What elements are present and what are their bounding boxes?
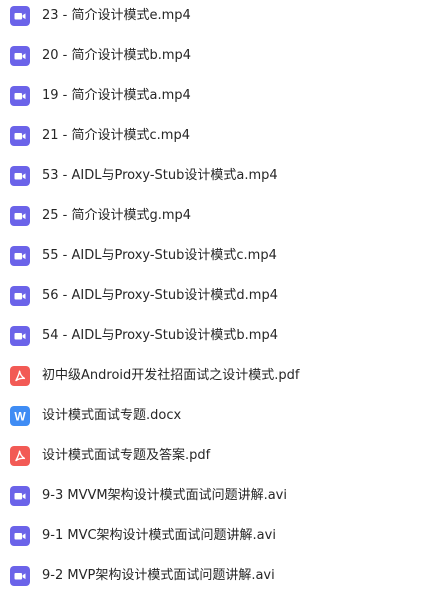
file-row[interactable]: 9-2 MVP架构设计模式面试问题讲解.avi (0, 556, 442, 596)
pdf-file-icon (10, 366, 30, 386)
pdf-file-icon (10, 446, 30, 466)
file-row[interactable]: 20 - 简介设计模式b.mp4 (0, 36, 442, 76)
video-file-icon (10, 326, 30, 346)
file-name: 19 - 简介设计模式a.mp4 (42, 88, 191, 103)
file-row[interactable]: 19 - 简介设计模式a.mp4 (0, 76, 442, 116)
video-file-icon (10, 486, 30, 506)
file-name: 53 - AIDL与Proxy-Stub设计模式a.mp4 (42, 168, 278, 183)
video-file-icon (10, 566, 30, 586)
file-row[interactable]: 9-1 MVC架构设计模式面试问题讲解.avi (0, 516, 442, 556)
video-file-icon (10, 86, 30, 106)
video-file-icon (10, 6, 30, 26)
file-name: 初中级Android开发社招面试之设计模式.pdf (42, 368, 300, 383)
file-row[interactable]: 初中级Android开发社招面试之设计模式.pdf (0, 356, 442, 396)
file-row[interactable]: 53 - AIDL与Proxy-Stub设计模式a.mp4 (0, 156, 442, 196)
video-file-icon (10, 526, 30, 546)
file-name: 9-1 MVC架构设计模式面试问题讲解.avi (42, 528, 276, 543)
video-file-icon (10, 166, 30, 186)
file-row[interactable]: 9-3 MVVM架构设计模式面试问题讲解.avi (0, 476, 442, 516)
file-name: 20 - 简介设计模式b.mp4 (42, 48, 192, 63)
file-name: 54 - AIDL与Proxy-Stub设计模式b.mp4 (42, 328, 278, 343)
file-name: 设计模式面试专题.docx (42, 408, 182, 423)
video-file-icon (10, 246, 30, 266)
file-row[interactable]: 54 - AIDL与Proxy-Stub设计模式b.mp4 (0, 316, 442, 356)
video-file-icon (10, 286, 30, 306)
file-name: 设计模式面试专题及答案.pdf (42, 448, 211, 463)
file-row[interactable]: 55 - AIDL与Proxy-Stub设计模式c.mp4 (0, 236, 442, 276)
file-row[interactable]: 设计模式面试专题及答案.pdf (0, 436, 442, 476)
file-row[interactable]: W 设计模式面试专题.docx (0, 396, 442, 436)
video-file-icon (10, 46, 30, 66)
file-name: 9-3 MVVM架构设计模式面试问题讲解.avi (42, 488, 287, 503)
file-name: 25 - 简介设计模式g.mp4 (42, 208, 192, 223)
file-row[interactable]: 23 - 简介设计模式e.mp4 (0, 0, 442, 36)
file-row[interactable]: 25 - 简介设计模式g.mp4 (0, 196, 442, 236)
file-row[interactable]: 21 - 简介设计模式c.mp4 (0, 116, 442, 156)
file-name: 56 - AIDL与Proxy-Stub设计模式d.mp4 (42, 288, 278, 303)
svg-text:W: W (14, 410, 26, 424)
video-file-icon (10, 126, 30, 146)
file-row[interactable]: 56 - AIDL与Proxy-Stub设计模式d.mp4 (0, 276, 442, 316)
word-file-icon: W (10, 406, 30, 426)
file-name: 55 - AIDL与Proxy-Stub设计模式c.mp4 (42, 248, 277, 263)
file-name: 9-2 MVP架构设计模式面试问题讲解.avi (42, 568, 275, 583)
file-name: 23 - 简介设计模式e.mp4 (42, 8, 191, 23)
video-file-icon (10, 206, 30, 226)
file-name: 21 - 简介设计模式c.mp4 (42, 128, 190, 143)
